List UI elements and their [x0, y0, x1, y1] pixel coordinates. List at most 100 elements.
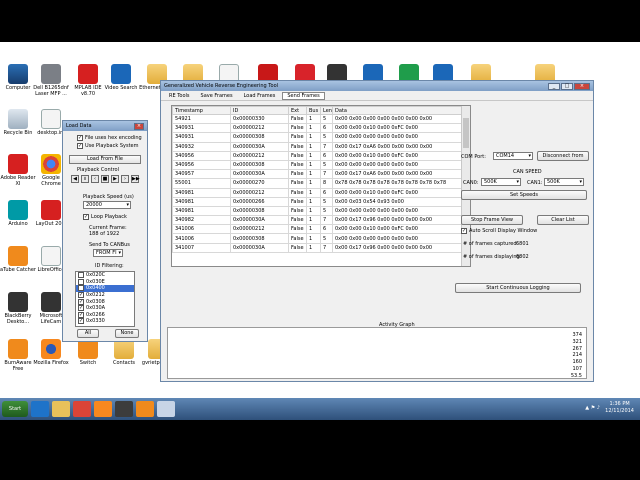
select-all-button[interactable]: All [77, 329, 99, 338]
id-filter-checkbox[interactable] [78, 285, 84, 292]
maximize-button[interactable]: □ [561, 82, 573, 90]
chrome-icon[interactable] [73, 401, 91, 417]
table-row[interactable]: 341006 0x00000212 False 1 6 0x00 0x00 0x10 0x… [172, 224, 462, 235]
gvret-icon[interactable] [157, 401, 175, 417]
desktop-icon[interactable]: Mozilla Firefox [33, 339, 69, 366]
desktop-icon[interactable]: Contacts [106, 339, 142, 366]
load-window-titlebar[interactable]: Load Data × [63, 121, 147, 131]
table-row[interactable]: 340956 0x00000212 False 1 6 0x00 0x00 0x10 0x… [172, 150, 462, 161]
auto-scroll-checkbox[interactable]: ✓ Auto Scroll Display Window [461, 228, 537, 234]
pause-button[interactable]: ॥ [81, 175, 89, 183]
id-filter-item[interactable]: 0x0400 [76, 285, 134, 292]
table-row[interactable]: 54921 0x00000330 False 1 5 0x00 0x00 0x00 0x0… [172, 113, 462, 125]
column-header[interactable]: Bus [306, 106, 321, 115]
ie-icon[interactable] [31, 401, 49, 417]
com-port-select[interactable]: COM14 [493, 152, 533, 160]
clock[interactable]: 1:36 PM 12/11/2014 [605, 401, 634, 415]
desktop-icon[interactable]: MPLAB IDE v8.70 [70, 64, 106, 97]
stop-button[interactable]: ■ [101, 175, 109, 183]
loop-playback-checkbox[interactable]: ✓ Loop Playback [83, 214, 127, 220]
can0-speed-select[interactable]: 500K [481, 178, 521, 186]
playback-speed-spinner[interactable]: 20000 [83, 201, 131, 209]
column-header[interactable]: Data [332, 106, 462, 115]
table-row[interactable]: 340931 0x00000212 False 1 6 0x00 0x00 0x10 0x… [172, 123, 462, 134]
id-filter-item[interactable]: ✓ 0x0212 [76, 292, 134, 299]
desktop-icon[interactable]: Dell B1265dnf Laser MFP ... [33, 64, 69, 97]
table-row[interactable]: 340932 0x0000030A False 1 7 0x00 0x17 0xA6 0x… [172, 141, 462, 152]
id-filter-checkbox[interactable]: ✓ [78, 298, 84, 305]
close-button[interactable]: × [574, 82, 590, 90]
table-row[interactable]: 340957 0x0000030A False 1 7 0x00 0x17 0xA6 0x… [172, 169, 462, 180]
table-row[interactable]: 340956 0x00000308 False 1 5 0x00 0x00 0x00 0x… [172, 159, 462, 171]
load-from-file-button[interactable]: Load From File [69, 155, 141, 164]
column-header[interactable]: Timestamp [172, 106, 231, 115]
id-filter-item[interactable]: ✓ 0x0308 [76, 298, 134, 305]
id-filter-list[interactable]: 0x020C 0x030E 0x0400 ✓ 0x0212 ✓ 0x0308 ✓ 0x030A ✓… [75, 271, 135, 327]
auto-scroll-check[interactable]: ✓ [461, 228, 467, 234]
table-row[interactable]: 340981 0x00000266 False 1 5 0x00 0x03 0x54 0x… [172, 196, 462, 207]
column-header[interactable]: Ext [288, 106, 307, 115]
rewind-button[interactable]: ◀ [71, 175, 79, 183]
loop-playback-check[interactable]: ✓ [83, 214, 89, 220]
main-window-titlebar[interactable]: Generalized Vehicle Reverse Engineering … [161, 81, 593, 91]
menu-load-frames[interactable]: Load Frames [240, 93, 280, 99]
minimize-button[interactable]: _ [548, 82, 560, 90]
start-button[interactable]: Start [2, 401, 28, 417]
firefox-icon[interactable] [94, 401, 112, 417]
table-row[interactable]: 55001 0x00000270 False 1 8 0x78 0x78 0x78 0x7… [172, 178, 462, 189]
load-close-button[interactable]: × [134, 122, 144, 130]
desktop-icon[interactable]: Recycle Bin [0, 109, 36, 136]
column-header[interactable]: Len [320, 106, 333, 115]
desktop-icon[interactable]: Computer [0, 64, 36, 91]
table-row[interactable]: 340931 0x00000308 False 1 5 0x00 0x00 0x00 0x… [172, 132, 462, 143]
id-filter-checkbox[interactable]: ✓ [78, 305, 84, 312]
can1-speed-select[interactable]: 500K [544, 178, 584, 186]
clear-list-button[interactable]: Clear List [537, 215, 589, 225]
set-speeds-button[interactable]: Set Speeds [461, 190, 587, 200]
fast-forward-button[interactable]: ▶▶ [131, 175, 140, 183]
stop-frame-view-button[interactable]: Stop Frame View [461, 215, 523, 225]
id-filter-checkbox[interactable] [78, 272, 84, 279]
id-filter-checkbox[interactable]: ✓ [78, 292, 84, 299]
table-row[interactable]: 340982 0x0000030A False 1 7 0x00 0x17 0x96 0x… [172, 215, 462, 226]
column-header[interactable]: ID [230, 106, 289, 115]
menu-send-frames[interactable]: Send Frames [282, 91, 325, 100]
id-filter-item[interactable]: 0x020C [76, 272, 134, 279]
start-logging-button[interactable]: Start Continuous Logging [455, 283, 581, 293]
disconnect-button[interactable]: Disconnect from [537, 151, 589, 161]
playback-system-check[interactable]: ✓ [77, 143, 83, 149]
explorer-icon[interactable] [52, 401, 70, 417]
menu-re-tools[interactable]: RE Tools [165, 93, 194, 99]
id-filter-item[interactable]: 0x030E [76, 278, 134, 286]
desktop-icon[interactable]: aTube Catcher [0, 246, 36, 273]
hex-encoding-checkbox[interactable]: ✓ File uses hex encoding [77, 135, 142, 141]
send-to-canbus-select[interactable]: FROM FI [93, 249, 123, 257]
desktop-icon[interactable]: Arduino [0, 200, 36, 227]
grid-scroll-thumb[interactable] [463, 118, 469, 148]
desktop-icon[interactable]: Adobe Reader XI [0, 154, 36, 187]
step-forward-button[interactable]: › [121, 175, 129, 183]
id-filter-checkbox[interactable]: ✓ [78, 318, 84, 325]
media-player-icon[interactable] [115, 401, 133, 417]
desktop-icon[interactable]: BurnAware Free [0, 339, 36, 372]
id-filter-checkbox[interactable] [78, 278, 84, 285]
id-filter-item[interactable]: ✓ 0x0266 [76, 311, 134, 319]
id-filter-item[interactable]: ✓ 0x0330 [76, 318, 134, 325]
playback-system-checkbox[interactable]: ✓ Use Playback System [77, 143, 138, 149]
table-row[interactable]: 340981 0x00000308 False 1 5 0x00 0x00 0x00 0x… [172, 205, 462, 217]
frames-grid[interactable]: Timestamp ID Ext Bus Len Data 54921 0x00000330… [171, 105, 471, 267]
table-row[interactable]: 340981 0x00000212 False 1 6 0x00 0x00 0x10 0x… [172, 187, 462, 198]
vlc-icon[interactable] [136, 401, 154, 417]
table-row[interactable]: 341006 0x00000308 False 1 5 0x00 0x00 0x00 0x… [172, 233, 462, 244]
desktop-icon[interactable]: Video Search [103, 64, 139, 91]
select-none-button[interactable]: None [115, 329, 139, 338]
system-tray[interactable]: ▲ ⚑ ♪ [585, 405, 600, 411]
play-button[interactable]: ▶ [111, 175, 119, 183]
hex-encoding-check[interactable]: ✓ [77, 135, 83, 141]
table-row[interactable]: 341007 0x0000030A False 1 7 0x00 0x17 0x96 0x… [172, 242, 462, 253]
id-filter-item[interactable]: ✓ 0x030A [76, 305, 134, 312]
desktop-icon[interactable]: BlackBerry Deskto... [0, 292, 36, 325]
desktop-icon[interactable]: Switch [70, 339, 106, 366]
step-back-button[interactable]: ‹ [91, 175, 99, 183]
id-filter-checkbox[interactable]: ✓ [78, 311, 84, 318]
